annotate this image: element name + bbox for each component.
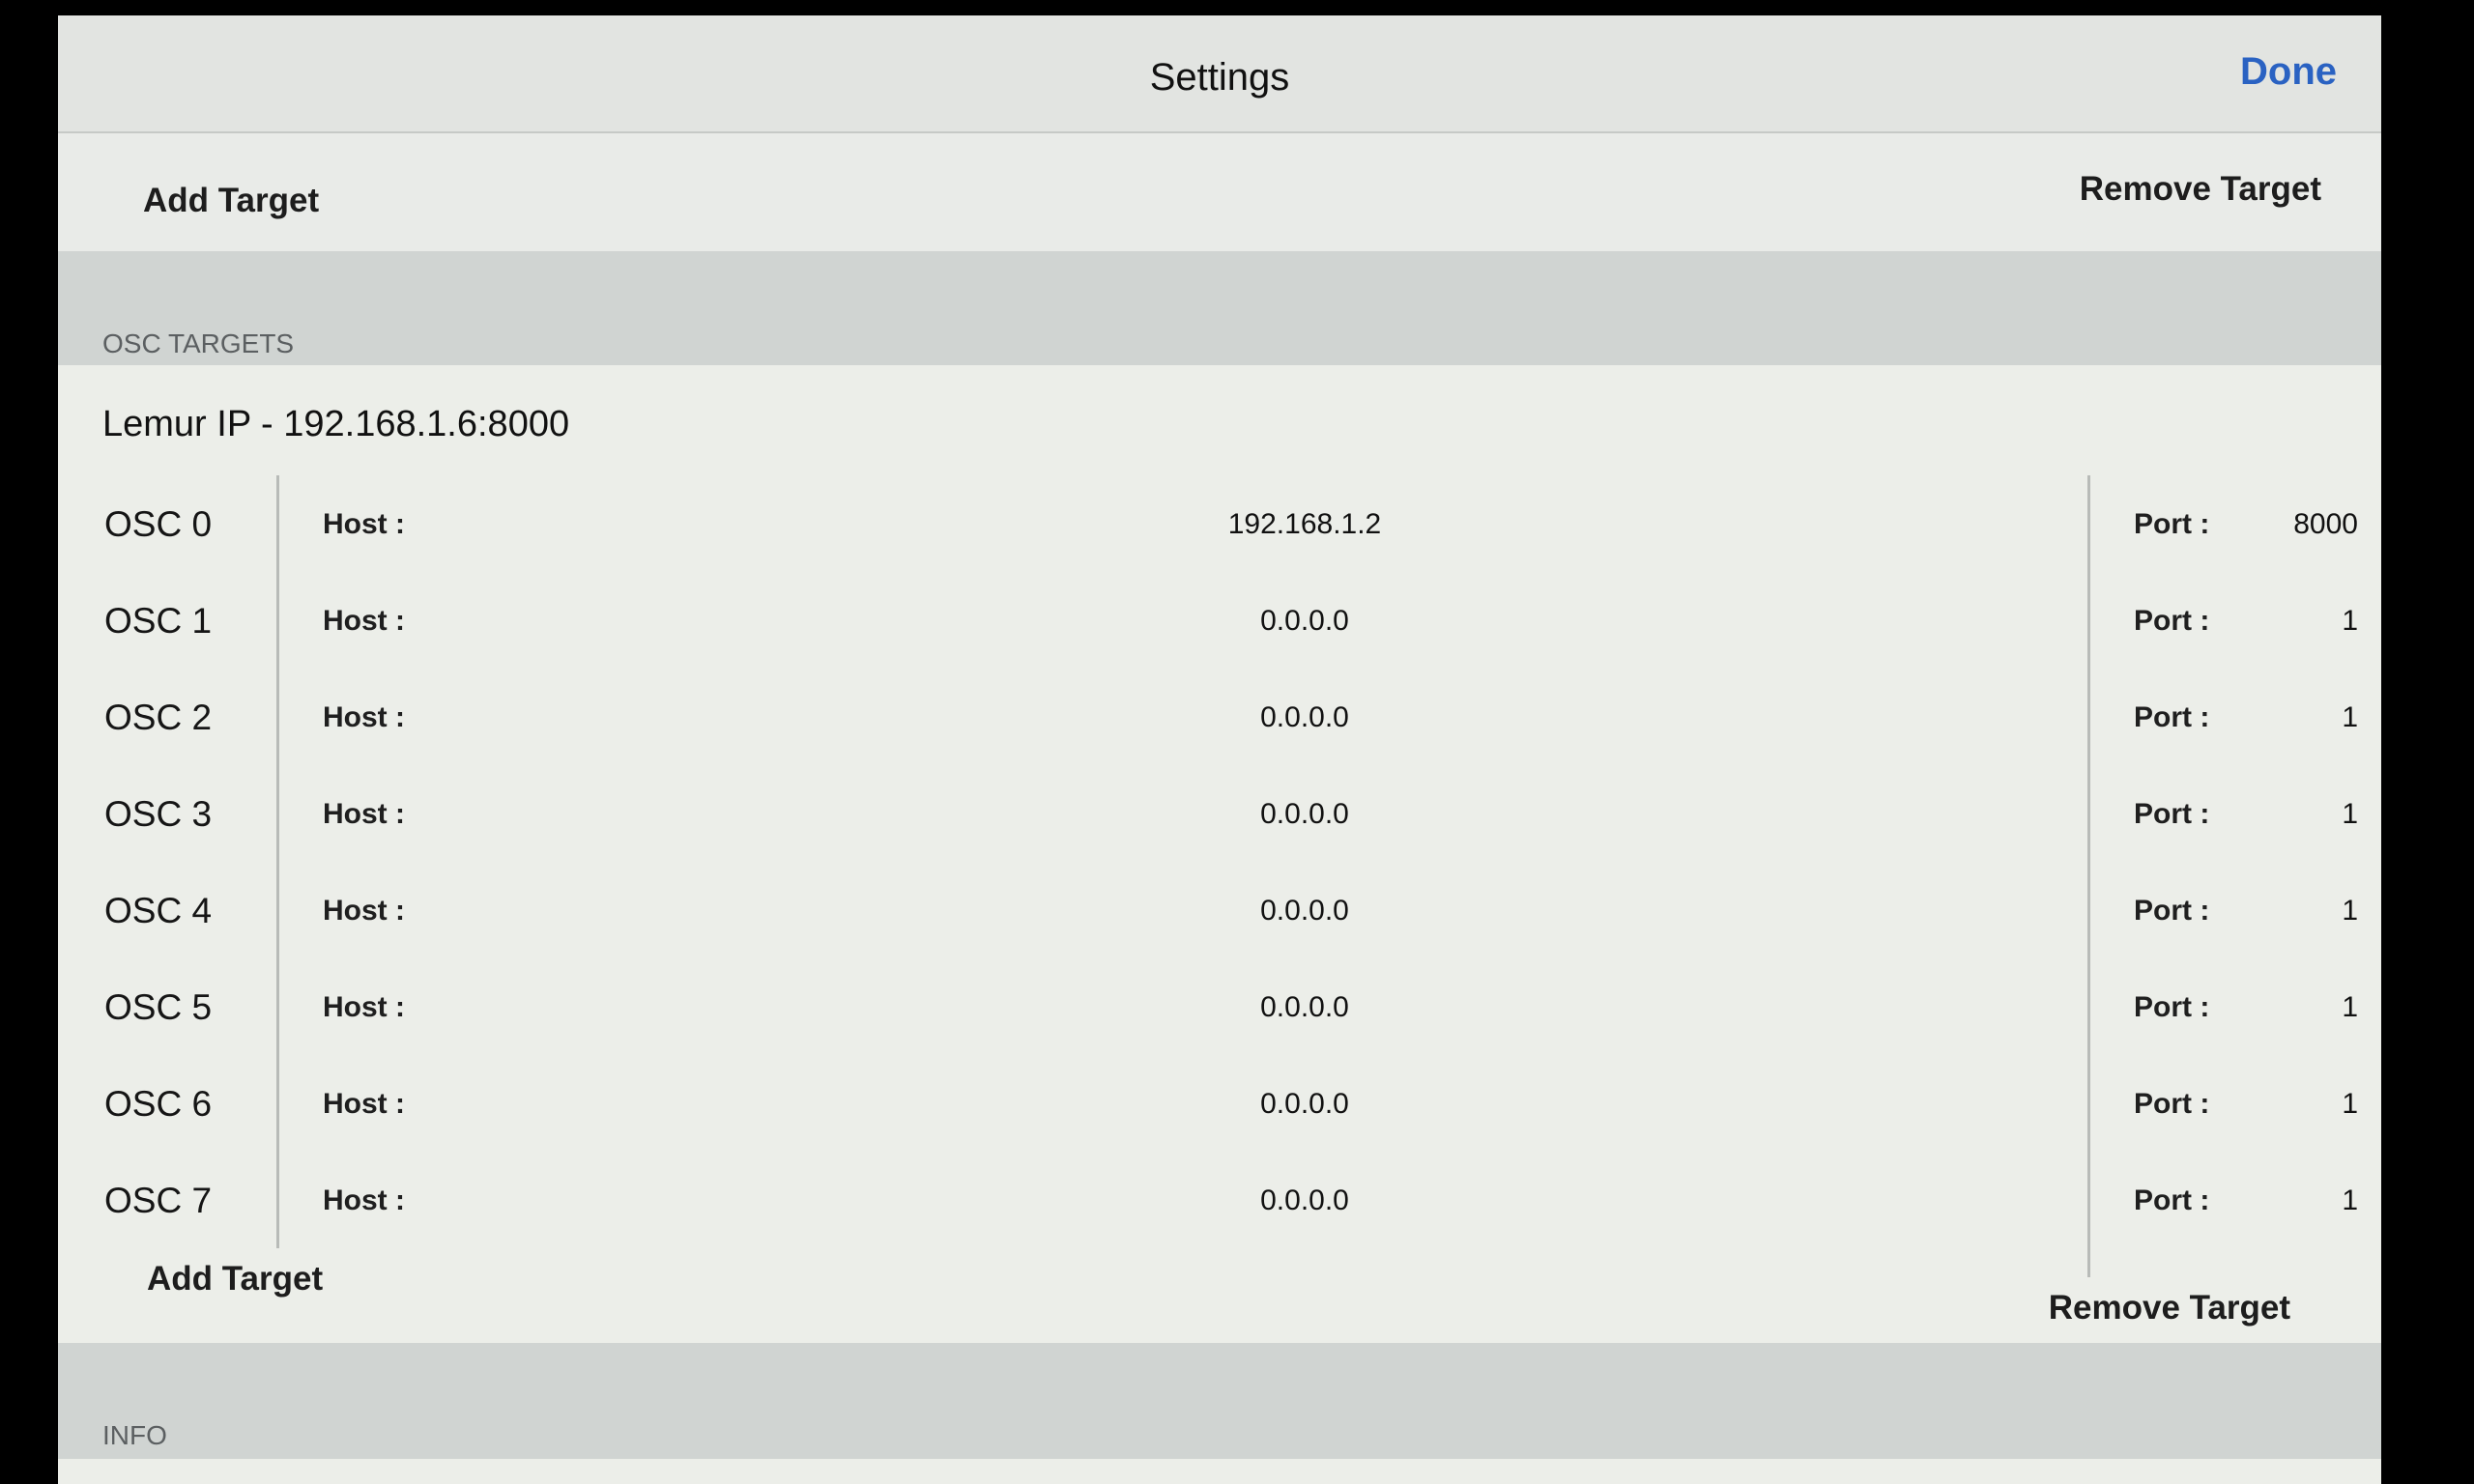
info-header-label: INFO [102,1420,167,1450]
host-field[interactable]: 0.0.0.0 [1121,1088,1488,1121]
osc-name-label: OSC 7 [104,1181,213,1220]
port-field[interactable]: 1 [2261,701,2358,734]
host-label: Host : [323,701,405,733]
target-title: Lemur IP - 192.168.1.6:8000 [102,404,570,444]
port-label: Port : [2134,895,2210,927]
port-label: Port : [2134,1088,2210,1120]
osc-name-label: OSC 6 [104,1084,213,1124]
target-action-bar: Add Target Remove Target [58,133,2381,251]
navigation-bar: Settings Done [58,15,2381,133]
port-field[interactable]: 1 [2261,895,2358,928]
port-field[interactable]: 1 [2261,991,2358,1024]
port-label: Port : [2134,1184,2210,1216]
add-target-button[interactable]: Add Target [143,182,319,220]
port-label: Port : [2134,605,2210,637]
osc-name-label: OSC 0 [104,504,213,544]
port-label: Port : [2134,991,2210,1023]
host-label: Host : [323,1088,405,1120]
osc-name-label: OSC 5 [104,987,213,1027]
port-label: Port : [2134,798,2210,830]
host-field[interactable]: 0.0.0.0 [1121,798,1488,831]
osc-name-label: OSC 1 [104,601,213,641]
osc-name-label: OSC 2 [104,698,213,737]
page-title: Settings [1149,56,1290,99]
host-field[interactable]: 0.0.0.0 [1121,895,1488,928]
host-field[interactable]: 0.0.0.0 [1121,605,1488,638]
osc-target-row: OSC 3 Host : 0.0.0.0 Port : 1 [58,767,2381,864]
osc-target-row: OSC 5 Host : 0.0.0.0 Port : 1 [58,960,2381,1057]
host-label: Host : [323,991,405,1023]
settings-screen: Settings Done Add Target Remove Target O… [58,15,2381,1484]
remove-target-button[interactable]: Remove Target [2080,170,2321,209]
host-label: Host : [323,798,405,830]
osc-target-row: OSC 7 Host : 0.0.0.0 Port : 1 [58,1154,2381,1250]
port-label: Port : [2134,508,2210,540]
port-field[interactable]: 1 [2261,798,2358,831]
osc-target-row: OSC 2 Host : 0.0.0.0 Port : 1 [58,671,2381,767]
osc-targets-section-header: OSC TARGETS [58,251,2381,365]
add-target-bottom-button[interactable]: Add Target [147,1260,323,1298]
osc-target-row: OSC 4 Host : 0.0.0.0 Port : 1 [58,864,2381,960]
host-label: Host : [323,605,405,637]
osc-target-panel: Lemur IP - 192.168.1.6:8000 OSC 0 Host : 1… [58,365,2381,1343]
remove-target-bottom-button[interactable]: Remove Target [2049,1289,2290,1327]
osc-targets-header-label: OSC TARGETS [102,328,295,358]
host-label: Host : [323,508,405,540]
port-field[interactable]: 1 [2261,605,2358,638]
host-field[interactable]: 0.0.0.0 [1121,1184,1488,1217]
port-field[interactable]: 1 [2261,1184,2358,1217]
info-section-header: INFO [58,1343,2381,1459]
host-label: Host : [323,895,405,927]
osc-name-label: OSC 3 [104,794,213,834]
host-field[interactable]: 192.168.1.2 [1121,508,1488,541]
osc-target-row: OSC 0 Host : 192.168.1.2 Port : 8000 [58,477,2381,574]
info-panel [58,1459,2381,1484]
host-field[interactable]: 0.0.0.0 [1121,991,1488,1024]
osc-name-label: OSC 4 [104,891,213,930]
done-button[interactable]: Done [2240,50,2337,94]
host-label: Host : [323,1184,405,1216]
host-field[interactable]: 0.0.0.0 [1121,701,1488,734]
port-field[interactable]: 1 [2261,1088,2358,1121]
port-label: Port : [2134,701,2210,733]
osc-target-row: OSC 6 Host : 0.0.0.0 Port : 1 [58,1057,2381,1154]
osc-target-row: OSC 1 Host : 0.0.0.0 Port : 1 [58,574,2381,671]
port-field[interactable]: 8000 [2261,508,2358,541]
